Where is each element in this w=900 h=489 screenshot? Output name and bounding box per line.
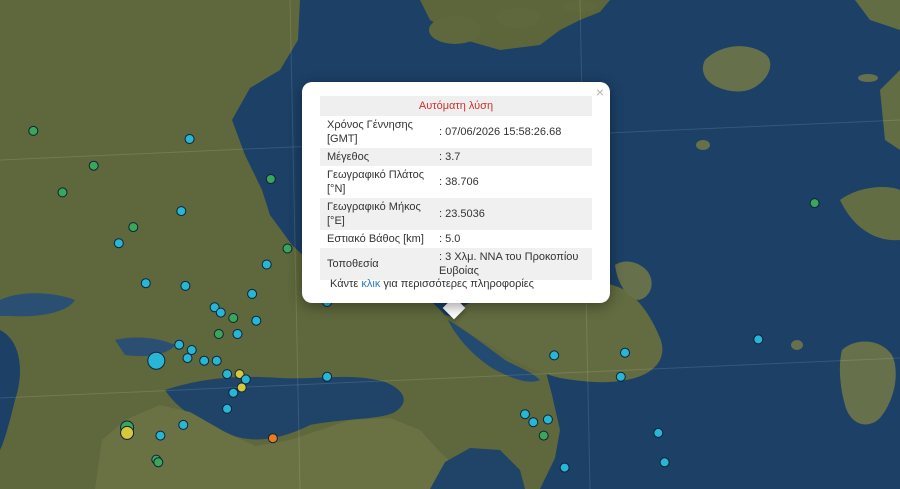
value-origin-time: : 07/06/2026 15:58:26.68 bbox=[439, 126, 562, 138]
earthquake-marker[interactable] bbox=[528, 417, 539, 428]
island-small-3 bbox=[858, 74, 878, 82]
earthquake-marker[interactable] bbox=[213, 329, 224, 339]
earthquake-marker[interactable] bbox=[140, 278, 151, 289]
earthquake-marker[interactable] bbox=[538, 430, 549, 441]
event-popup: × Αυτόματη λύση Χρόνος Γέννησης [GMT] : … bbox=[302, 82, 610, 303]
earthquake-marker[interactable] bbox=[261, 259, 272, 270]
earthquake-marker[interactable] bbox=[753, 334, 764, 345]
footer-prefix: Κάντε bbox=[330, 278, 362, 290]
earthquake-marker[interactable] bbox=[88, 160, 99, 171]
earthquake-marker[interactable] bbox=[247, 288, 258, 299]
earthquake-marker[interactable] bbox=[215, 307, 226, 318]
value-latitude: : 38.706 bbox=[439, 176, 479, 188]
earthquake-marker[interactable] bbox=[240, 374, 251, 385]
island-small-1 bbox=[696, 140, 710, 150]
earthquake-marker[interactable] bbox=[809, 198, 820, 209]
earthquake-marker[interactable] bbox=[182, 353, 193, 364]
earthquake-marker[interactable] bbox=[559, 462, 570, 473]
popup-header: Αυτόματη λύση bbox=[320, 96, 592, 116]
earthquake-marker[interactable] bbox=[549, 350, 560, 361]
earthquake-marker[interactable] bbox=[155, 430, 166, 441]
earthquake-marker[interactable] bbox=[176, 206, 187, 217]
earthquake-marker[interactable] bbox=[178, 419, 189, 430]
footer-suffix: για περισσότερες πληροφορίες bbox=[380, 278, 534, 290]
earthquake-marker[interactable] bbox=[174, 339, 185, 350]
earthquake-marker[interactable] bbox=[186, 345, 197, 355]
earthquake-marker[interactable] bbox=[265, 174, 276, 184]
island-small-2 bbox=[791, 340, 803, 350]
earthquake-marker[interactable] bbox=[615, 371, 626, 382]
earthquake-marker[interactable] bbox=[28, 125, 39, 136]
earthquake-marker[interactable] bbox=[113, 238, 124, 249]
label-depth: Εστιακό Βάθος [km] bbox=[327, 233, 424, 245]
label-location: Τοποθεσία bbox=[320, 248, 432, 280]
earthquake-marker[interactable] bbox=[222, 403, 233, 414]
value-depth: : 5.0 bbox=[439, 233, 461, 245]
info-row-depth: Εστιακό Βάθος [km] : 5.0 bbox=[320, 230, 592, 248]
earthquake-marker[interactable] bbox=[153, 457, 164, 468]
island-skiathos bbox=[429, 16, 481, 44]
earthquake-marker[interactable] bbox=[267, 433, 278, 444]
earthquake-marker[interactable] bbox=[199, 355, 210, 366]
earthquake-marker[interactable] bbox=[653, 427, 664, 438]
earthquake-marker[interactable] bbox=[620, 347, 630, 358]
earthquake-marker[interactable] bbox=[228, 387, 239, 398]
earthquake-marker[interactable] bbox=[236, 382, 247, 393]
value-magnitude: : 3.7 bbox=[432, 148, 592, 166]
island-skopelos bbox=[496, 8, 540, 28]
earthquake-marker[interactable] bbox=[232, 329, 243, 339]
earthquake-marker[interactable] bbox=[222, 369, 233, 380]
info-row-location: Τοποθεσία : 3 Χλμ. ΝΝΑ του Προκοπίου Ευβ… bbox=[320, 248, 592, 280]
earthquake-marker[interactable] bbox=[251, 315, 262, 326]
earthquake-marker[interactable] bbox=[184, 134, 195, 144]
earthquake-marker[interactable] bbox=[180, 280, 191, 291]
earthquake-marker[interactable] bbox=[128, 222, 139, 233]
close-icon[interactable]: × bbox=[596, 84, 604, 100]
label-longitude: Γεωγραφικό Μήκος [°E] bbox=[320, 198, 432, 230]
label-latitude: Γεωγραφικό Πλάτος [°N] bbox=[327, 169, 425, 195]
value-longitude: : 23.5036 bbox=[432, 198, 592, 230]
earthquake-marker[interactable] bbox=[147, 351, 166, 370]
more-info-link[interactable]: κλικ bbox=[361, 278, 380, 290]
earthquake-marker[interactable] bbox=[57, 187, 68, 198]
earthquake-marker[interactable] bbox=[542, 414, 553, 425]
info-row-latitude: Γεωγραφικό Πλάτος [°N] : 38.706 bbox=[320, 166, 592, 198]
earthquake-marker[interactable] bbox=[120, 425, 135, 440]
earthquake-marker[interactable] bbox=[322, 371, 333, 382]
label-origin-time: Χρόνος Γέννησης [GMT] bbox=[327, 119, 413, 145]
info-row-magnitude: Μέγεθος : 3.7 bbox=[320, 148, 592, 166]
value-location: : 3 Χλμ. ΝΝΑ του Προκοπίου Ευβοίας bbox=[432, 248, 592, 280]
label-magnitude: Μέγεθος bbox=[320, 148, 432, 166]
earthquake-marker[interactable] bbox=[282, 243, 293, 254]
earthquake-marker[interactable] bbox=[211, 355, 222, 366]
info-row-origin-time: Χρόνος Γέννησης [GMT] : 07/06/2026 15:58… bbox=[320, 116, 592, 148]
info-row-longitude: Γεωγραφικό Μήκος [°E] : 23.5036 bbox=[320, 198, 592, 230]
popup-footer: Κάντε κλικ για περισσότερες πληροφορίες bbox=[330, 278, 534, 290]
earthquake-marker[interactable] bbox=[520, 409, 530, 420]
event-info-table: Αυτόματη λύση Χρόνος Γέννησης [GMT] : 07… bbox=[320, 96, 592, 280]
earthquake-marker[interactable] bbox=[659, 457, 670, 468]
earthquake-marker[interactable] bbox=[228, 313, 239, 323]
